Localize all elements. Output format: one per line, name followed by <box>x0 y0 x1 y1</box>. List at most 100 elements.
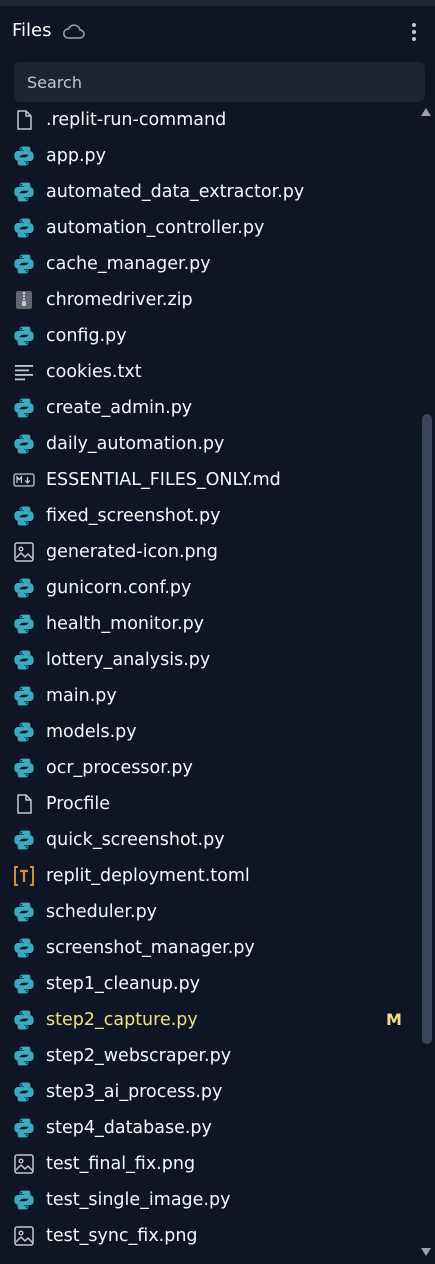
file-tree-item[interactable]: app.py <box>0 138 418 174</box>
file-name: test_sync_fix.png <box>46 1226 198 1246</box>
image-icon <box>13 1225 35 1247</box>
python-icon <box>13 577 35 599</box>
python-icon <box>13 649 35 671</box>
file-name: step4_database.py <box>46 1118 212 1138</box>
file-tree-item[interactable]: .replit-run-command <box>0 102 418 138</box>
file-name: test_final_fix.png <box>46 1154 196 1174</box>
file-tree-item[interactable]: fixed_screenshot.py <box>0 498 418 534</box>
scrollbar-thumb[interactable] <box>422 414 432 1044</box>
file-name: fixed_screenshot.py <box>46 506 221 526</box>
file-tree-item[interactable]: main.py <box>0 678 418 714</box>
file-name: step1_cleanup.py <box>46 974 201 994</box>
modified-badge: M <box>386 1010 402 1029</box>
file-name: .replit-run-command <box>46 110 227 130</box>
image-icon <box>13 541 35 563</box>
file-name: ESSENTIAL_FILES_ONLY.md <box>46 470 281 490</box>
file-tree-item[interactable]: gunicorn.conf.py <box>0 570 418 606</box>
search-input[interactable]: Search <box>14 62 425 102</box>
file-tree-item[interactable]: step2_capture.py M <box>0 1002 418 1038</box>
file-tree-item[interactable]: generated-icon.png <box>0 534 418 570</box>
python-icon <box>13 1189 35 1211</box>
python-icon <box>13 757 35 779</box>
file-name: config.py <box>46 326 127 346</box>
file-name: automation_controller.py <box>46 218 265 238</box>
file-name: automated_data_extractor.py <box>46 182 305 202</box>
kebab-menu-icon[interactable] <box>404 20 424 44</box>
python-icon <box>13 253 35 275</box>
file-name: app.py <box>46 146 106 166</box>
file-icon <box>13 793 35 815</box>
file-list: .replit-run-command app.py automated_dat… <box>0 96 418 1264</box>
file-name: ocr_processor.py <box>46 758 193 778</box>
file-tree-item[interactable]: test_single_image.py <box>0 1182 418 1218</box>
python-icon <box>13 721 35 743</box>
python-icon <box>13 613 35 635</box>
python-icon <box>13 829 35 851</box>
file-tree-item[interactable]: models.py <box>0 714 418 750</box>
file-tree-item[interactable]: config.py <box>0 318 418 354</box>
file-name: scheduler.py <box>46 902 158 922</box>
file-tree-item[interactable]: step2_webscraper.py <box>0 1038 418 1074</box>
file-name: step2_capture.py <box>46 1010 198 1030</box>
python-icon <box>13 505 35 527</box>
file-tree-item[interactable]: chromedriver.zip <box>0 282 418 318</box>
file-tree-item[interactable]: screenshot_manager.py <box>0 930 418 966</box>
file-tree-item[interactable]: automation_controller.py <box>0 210 418 246</box>
file-tree-item[interactable]: lottery_analysis.py <box>0 642 418 678</box>
text-file-icon <box>13 361 35 383</box>
file-name: cookies.txt <box>46 362 142 382</box>
file-tree-item[interactable]: replit_deployment.toml <box>0 858 418 894</box>
file-tree-item[interactable]: step3_ai_process.py <box>0 1074 418 1110</box>
file-name: test_single_image.py <box>46 1190 231 1210</box>
image-icon <box>13 1153 35 1175</box>
python-icon <box>13 901 35 923</box>
markdown-icon <box>13 469 35 491</box>
python-icon <box>13 181 35 203</box>
file-tree-item[interactable]: step1_cleanup.py <box>0 966 418 1002</box>
file-tree-item[interactable]: test_final_fix.png <box>0 1146 418 1182</box>
file-name: replit_deployment.toml <box>46 866 250 886</box>
file-name: chromedriver.zip <box>46 290 193 310</box>
python-icon <box>13 685 35 707</box>
python-icon <box>13 1045 35 1067</box>
file-tree-item[interactable]: scheduler.py <box>0 894 418 930</box>
files-panel: Files .replit-run-command app.py automat… <box>0 0 435 1264</box>
zip-icon <box>13 289 35 311</box>
scroll-down-arrow-icon[interactable] <box>421 1248 431 1256</box>
python-icon <box>13 433 35 455</box>
file-tree-item[interactable]: daily_automation.py <box>0 426 418 462</box>
file-name: step2_webscraper.py <box>46 1046 232 1066</box>
toml-icon <box>13 865 35 887</box>
python-icon <box>13 145 35 167</box>
file-name: main.py <box>46 686 117 706</box>
file-name: lottery_analysis.py <box>46 650 211 670</box>
python-icon <box>13 217 35 239</box>
file-tree-item[interactable]: test_sync_fix.png <box>0 1218 418 1254</box>
python-icon <box>13 973 35 995</box>
cloud-icon[interactable] <box>62 24 86 40</box>
file-tree-item[interactable]: step4_database.py <box>0 1110 418 1146</box>
python-icon <box>13 1081 35 1103</box>
file-name: daily_automation.py <box>46 434 225 454</box>
file-tree-item[interactable]: cookies.txt <box>0 354 418 390</box>
file-tree-item[interactable]: ESSENTIAL_FILES_ONLY.md <box>0 462 418 498</box>
file-name: step3_ai_process.py <box>46 1082 223 1102</box>
panel-title: Files <box>12 20 52 41</box>
file-tree-item[interactable]: ocr_processor.py <box>0 750 418 786</box>
file-name: health_monitor.py <box>46 614 205 634</box>
file-name: generated-icon.png <box>46 542 218 562</box>
file-name: models.py <box>46 722 137 742</box>
file-tree-item[interactable]: cache_manager.py <box>0 246 418 282</box>
file-tree-item[interactable]: quick_screenshot.py <box>0 822 418 858</box>
file-name: cache_manager.py <box>46 254 211 274</box>
file-tree-item[interactable]: automated_data_extractor.py <box>0 174 418 210</box>
python-icon <box>13 325 35 347</box>
file-tree-item[interactable]: create_admin.py <box>0 390 418 426</box>
file-tree-item[interactable]: health_monitor.py <box>0 606 418 642</box>
file-name: screenshot_manager.py <box>46 938 255 958</box>
file-name: quick_screenshot.py <box>46 830 225 850</box>
file-tree-item[interactable]: Procfile <box>0 786 418 822</box>
file-name: create_admin.py <box>46 398 193 418</box>
python-icon <box>13 937 35 959</box>
scroll-up-arrow-icon[interactable] <box>421 108 431 116</box>
